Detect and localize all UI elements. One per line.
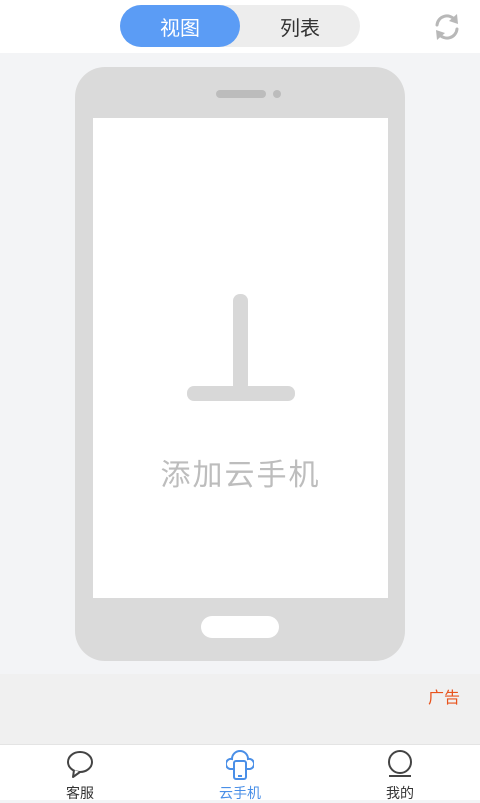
phone-home-button [201, 616, 279, 638]
phone-camera [273, 90, 281, 98]
nav-item-cloud-phone[interactable]: 云手机 [190, 745, 290, 802]
add-cloud-phone-label: 添加云手机 [160, 458, 321, 493]
cloud-phone-icon [226, 750, 254, 780]
view-mode-switch: 视图 列表 [120, 5, 360, 47]
phone-frame: 添加云手机 [75, 67, 405, 661]
nav-item-service-label: 客服 [66, 786, 94, 802]
nav-item-mine-label: 我的 [386, 786, 414, 802]
plus-icon [233, 294, 248, 392]
profile-icon [388, 750, 412, 777]
tab-list-label: 列表 [280, 15, 320, 40]
tab-view[interactable]: 视图 [120, 5, 240, 47]
plus-icon-bar [187, 386, 295, 401]
add-cloud-phone-area[interactable]: 添加云手机 [93, 118, 388, 598]
chat-bubble-icon [67, 751, 93, 778]
bottom-nav: 客服 云手机 我的 [0, 744, 480, 802]
nav-item-service[interactable]: 客服 [30, 745, 130, 802]
tab-view-label: 视图 [160, 15, 200, 40]
tab-list[interactable]: 列表 [240, 5, 360, 47]
top-bar: 视图 列表 [0, 0, 480, 53]
ad-banner[interactable]: 广告 [0, 674, 480, 744]
nav-item-mine[interactable]: 我的 [350, 745, 450, 802]
phone-speaker [216, 90, 266, 98]
refresh-icon[interactable] [430, 10, 464, 44]
ad-label: 广告 [427, 688, 460, 707]
nav-item-cloud-phone-label: 云手机 [219, 786, 261, 802]
